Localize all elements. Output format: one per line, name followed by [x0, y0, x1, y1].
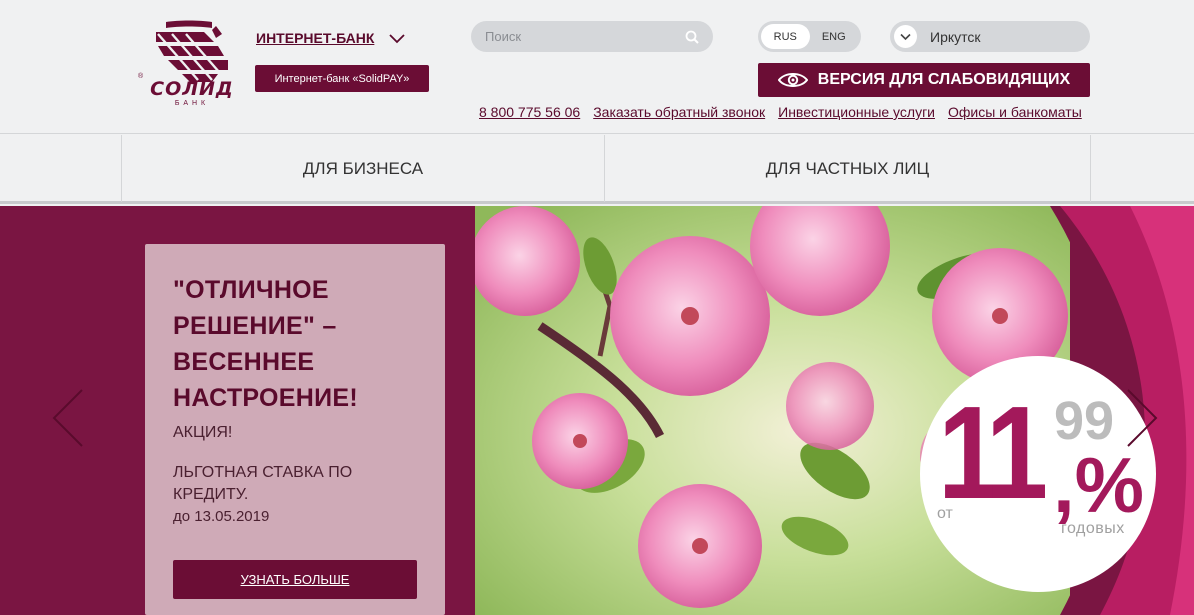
low-vision-label: ВЕРСИЯ ДЛЯ СЛАБОВИДЯЩИХ: [817, 71, 1071, 88]
rate-sign: ,%: [1053, 441, 1145, 529]
language-switcher: RUS ENG: [758, 21, 861, 52]
rate-badge: от 11 99 ,% годовых: [920, 356, 1156, 592]
promo-card: "ОТЛИЧНОЕ РЕШЕНИЕ" – ВЕСЕННЕЕ НАСТРОЕНИЕ…: [145, 244, 445, 615]
logo-text: СОЛИД: [150, 78, 234, 100]
lang-rus[interactable]: RUS: [761, 24, 810, 49]
main-nav: ДЛЯ БИЗНЕСА ДЛЯ ЧАСТНЫХ ЛИЦ: [0, 135, 1194, 204]
lang-eng[interactable]: ENG: [810, 24, 859, 49]
investment-link[interactable]: Инвестиционные услуги: [778, 104, 935, 120]
promo-tag: АКЦИЯ!: [173, 424, 233, 441]
promo-description: ЛЬГОТНАЯ СТАВКА ПО КРЕДИТУ.: [173, 464, 353, 503]
rate-whole: 11: [938, 379, 1048, 526]
city-name: Иркутск: [930, 28, 981, 45]
city-selector[interactable]: Иркутск: [890, 21, 1090, 52]
internet-bank-link[interactable]: ИНТЕРНЕТ-БАНК: [256, 30, 406, 46]
logo-subtext: БАНК: [174, 100, 210, 107]
header: ® СОЛИД БАНК ИНТЕРНЕТ-БАНК Интернет-банк…: [0, 0, 1194, 134]
chevron-down-icon: [900, 33, 911, 40]
internet-bank-label: ИНТЕРНЕТ-БАНК: [256, 30, 375, 46]
eye-icon: [777, 73, 808, 87]
search-box: [471, 21, 713, 52]
search-icon[interactable]: [685, 30, 699, 44]
low-vision-button[interactable]: ВЕРСИЯ ДЛЯ СЛАБОВИДЯЩИХ: [758, 63, 1090, 97]
callback-link[interactable]: Заказать обратный звонок: [593, 104, 765, 120]
promo-title: "ОТЛИЧНОЕ РЕШЕНИЕ" – ВЕСЕННЕЕ НАСТРОЕНИЕ…: [173, 276, 358, 412]
arrow-left-icon[interactable]: [50, 388, 88, 448]
chevron-down-icon: [389, 34, 405, 44]
city-dropdown-button[interactable]: [894, 25, 917, 48]
search-input[interactable]: [485, 29, 685, 44]
phone-link[interactable]: 8 800 775 56 06: [479, 104, 580, 120]
promo-banner: "ОТЛИЧНОЕ РЕШЕНИЕ" – ВЕСЕННЕЕ НАСТРОЕНИЕ…: [0, 206, 1194, 615]
promo-date: до 13.05.2019: [173, 508, 270, 525]
rate-suffix: годовых: [1061, 520, 1125, 537]
learn-more-button[interactable]: УЗНАТЬ БОЛЬШЕ: [173, 560, 417, 599]
header-links: 8 800 775 56 06 Заказать обратный звонок…: [479, 104, 1082, 120]
arrow-right-icon[interactable]: [1122, 388, 1160, 448]
solidpay-button[interactable]: Интернет-банк «SolidPAY»: [255, 65, 429, 92]
nav-private[interactable]: ДЛЯ ЧАСТНЫХ ЛИЦ: [604, 135, 1091, 202]
nav-business[interactable]: ДЛЯ БИЗНЕСА: [121, 135, 604, 202]
offices-link[interactable]: Офисы и банкоматы: [948, 104, 1082, 120]
